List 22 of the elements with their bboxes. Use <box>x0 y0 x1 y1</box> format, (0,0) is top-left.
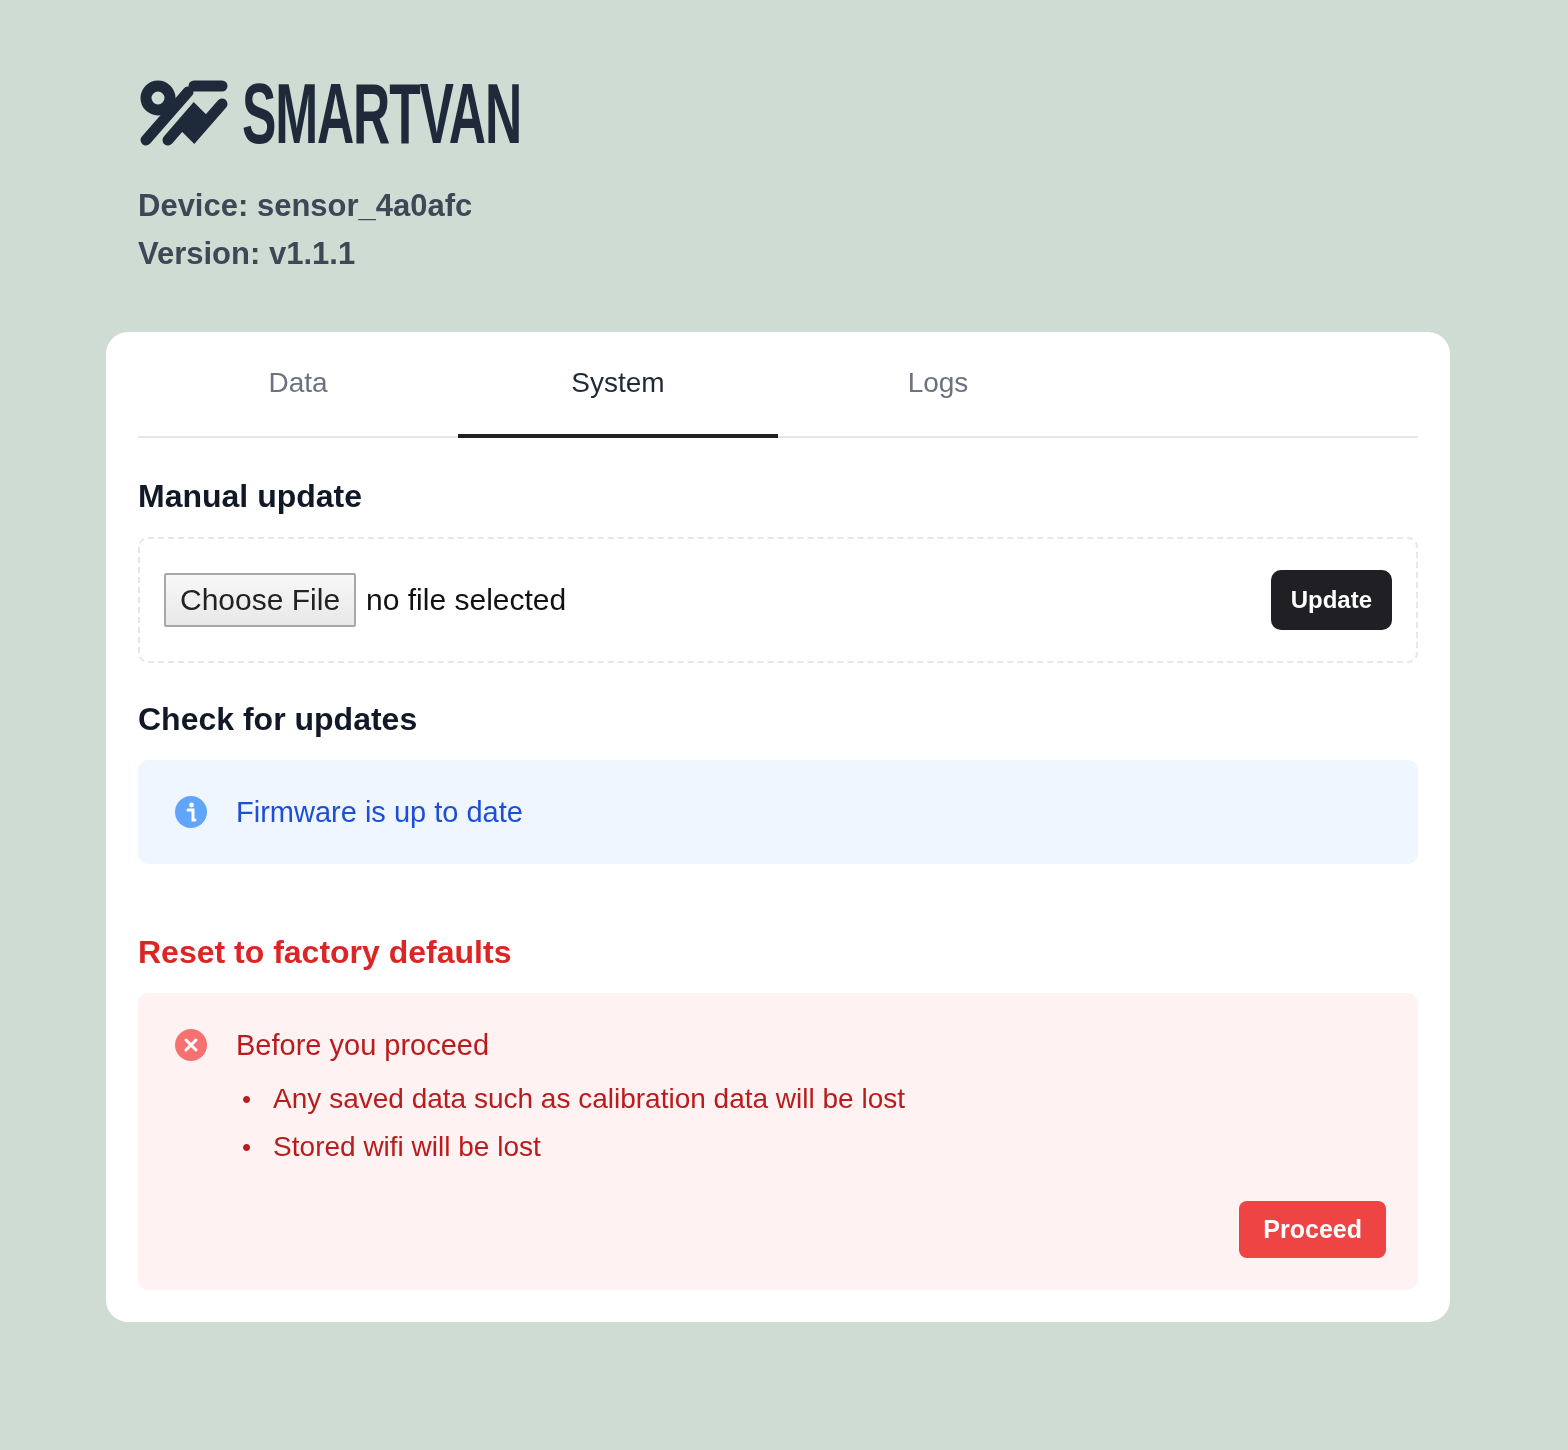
warning-item: Any saved data such as calibration data will be lost <box>273 1082 906 1116</box>
device-label: Device: sensor_4a0afc <box>138 187 474 225</box>
tab[interactable]: Data <box>138 332 458 438</box>
tab[interactable]: System <box>458 332 778 438</box>
error-icon <box>174 1028 208 1062</box>
warning-item: Stored wifi will be lost <box>273 1130 541 1164</box>
bullet: • <box>242 1083 252 1116</box>
section-title: Manual update <box>138 478 363 515</box>
bullet: • <box>242 1131 252 1164</box>
proceed-button[interactable]: Proceed <box>1239 1201 1386 1258</box>
section-title: Reset to factory defaults <box>138 934 513 971</box>
version-label: Version: v1.1.1 <box>138 235 357 273</box>
brand-wordmark: SMARTVAN <box>242 76 522 150</box>
alert-message: Firmware is up to date <box>236 795 523 830</box>
alert-title: Before you proceed <box>236 1028 491 1063</box>
update-button[interactable]: Update <box>1270 570 1392 630</box>
section-title: Check for updates <box>138 701 419 738</box>
file-status: no file selected <box>366 583 568 617</box>
tab[interactable]: Logs <box>778 332 1098 438</box>
info-icon <box>174 795 208 829</box>
logo-icon <box>138 78 228 148</box>
choose-file-button[interactable]: Choose File <box>164 573 357 627</box>
